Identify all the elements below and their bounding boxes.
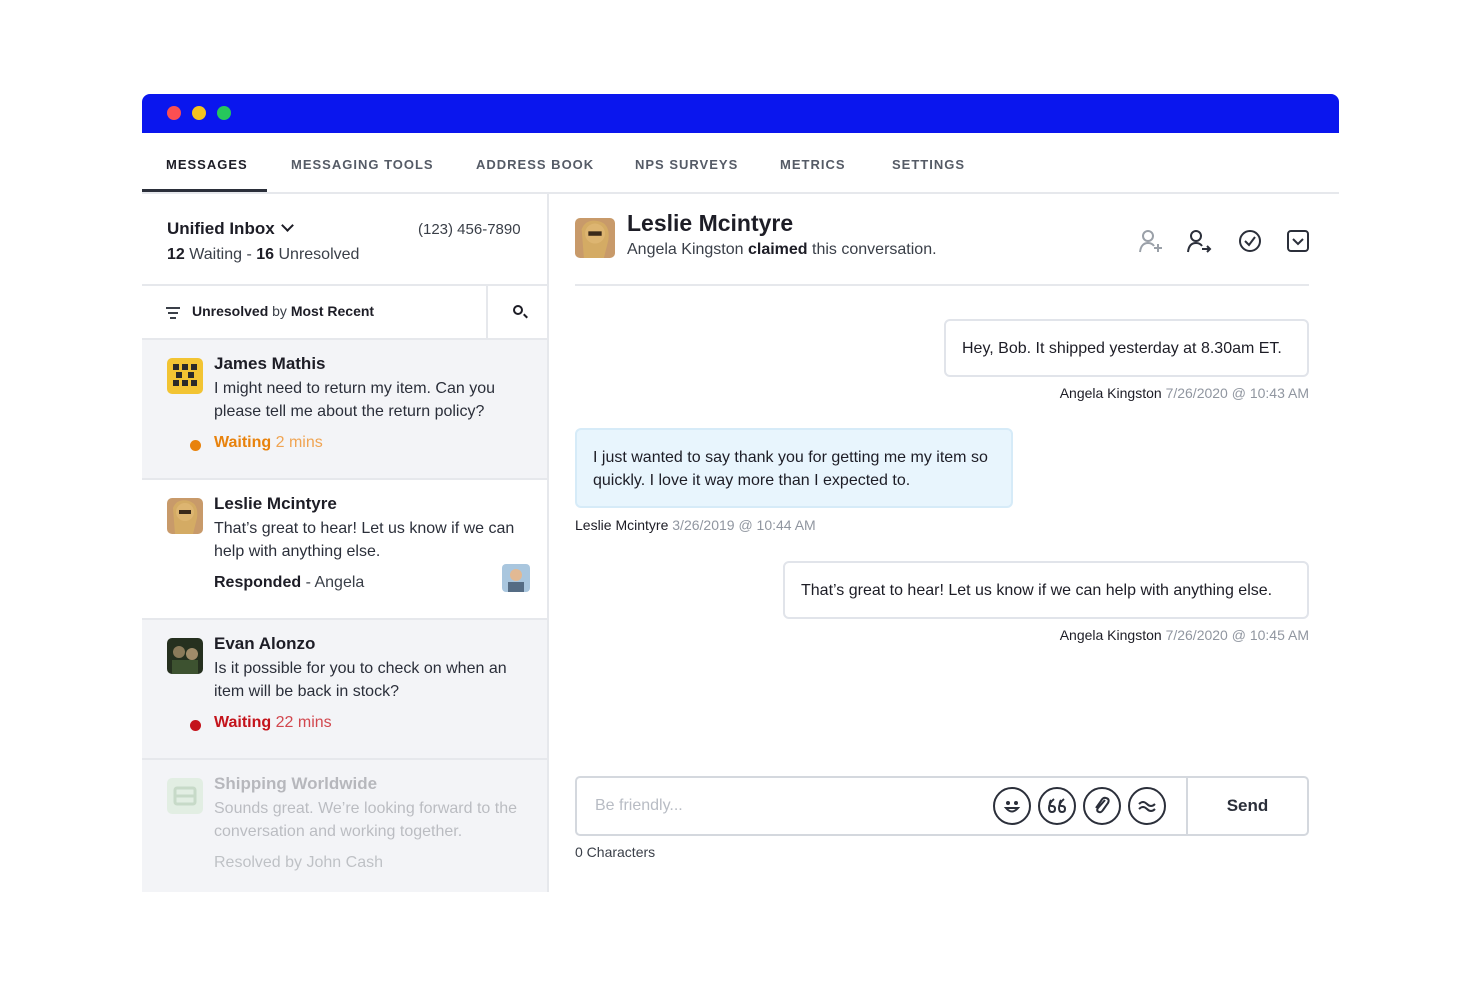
conversation-item-shipping-worldwide[interactable]: Shipping Worldwide Sounds great. We’re l… xyxy=(142,760,547,892)
waiting-status-dot xyxy=(190,440,201,451)
responding-agent: - Angela xyxy=(305,574,365,591)
message-meta: Angela Kingston 7/26/2020 @ 10:43 AM xyxy=(1060,385,1309,401)
tab-settings[interactable]: SETTINGS xyxy=(892,157,965,172)
message-timestamp: 7/26/2020 @ 10:45 AM xyxy=(1165,627,1309,643)
tab-address-book[interactable]: ADDRESS BOOK xyxy=(476,157,594,172)
send-button[interactable]: Send xyxy=(1188,778,1307,834)
incoming-message: I just wanted to say thank you for getti… xyxy=(575,428,1013,508)
conversation-item-leslie-mcintyre[interactable]: Leslie Mcintyre That’s great to hear! Le… xyxy=(142,480,547,620)
avatar xyxy=(167,778,203,814)
message-snippet: That’s great to hear! Let us know if we … xyxy=(214,520,515,560)
conversation-status: Responded - Angela xyxy=(214,574,364,592)
tab-metrics[interactable]: METRICS xyxy=(780,157,846,172)
inbox-title: Unified Inbox xyxy=(167,219,275,238)
tab-messages[interactable]: MESSAGES xyxy=(166,157,248,172)
agent-avatar xyxy=(502,564,530,592)
filter-dropdown[interactable]: Unresolved by Most Recent xyxy=(192,303,374,319)
avatar xyxy=(167,638,203,674)
dropdown-box-icon[interactable] xyxy=(1285,228,1311,254)
message-input[interactable] xyxy=(595,792,975,820)
conversation-item-james-mathis[interactable]: James Mathis I might need to return my i… xyxy=(142,340,547,480)
claim-agent: Angela Kingston xyxy=(627,241,744,258)
status-label: Responded xyxy=(214,574,302,591)
wait-time: 2 mins xyxy=(275,434,323,451)
filter-sort: Most Recent xyxy=(290,303,375,319)
template-icon[interactable] xyxy=(1128,787,1166,825)
claim-notice: Angela Kingston claimed this conversatio… xyxy=(627,241,937,259)
wait-time: 22 mins xyxy=(275,714,332,731)
quote-icon[interactable] xyxy=(1038,787,1076,825)
contact-name: James Mathis xyxy=(214,354,326,373)
filter-icon[interactable] xyxy=(166,307,180,319)
search-button[interactable] xyxy=(486,286,547,338)
resolve-check-icon[interactable] xyxy=(1237,228,1263,254)
message-timestamp: 3/26/2019 @ 10:44 AM xyxy=(672,517,816,533)
contact-name: Leslie Mcintyre xyxy=(214,494,337,513)
avatar xyxy=(167,358,203,394)
title-bar xyxy=(142,94,1339,133)
message-author: Leslie Mcintyre xyxy=(575,517,669,533)
inbox-selector[interactable]: Unified Inbox xyxy=(167,219,294,239)
transfer-user-icon[interactable] xyxy=(1186,228,1212,254)
top-nav: MESSAGES MESSAGING TOOLS ADDRESS BOOK NP… xyxy=(142,133,1339,194)
inbox-stats: 12 Waiting - 16 Unresolved xyxy=(167,246,359,264)
contact-name: Shipping Worldwide xyxy=(214,774,378,793)
chevron-down-icon xyxy=(280,219,294,232)
faded-conversation-content: Shipping Worldwide Sounds great. We’re l… xyxy=(142,760,547,892)
tab-messaging-tools[interactable]: MESSAGING TOOLS xyxy=(291,157,434,172)
conversation-status: Waiting 22 mins xyxy=(214,714,332,732)
avatar xyxy=(167,498,203,534)
maximize-window-button[interactable] xyxy=(217,106,231,120)
close-window-button[interactable] xyxy=(167,106,181,120)
outgoing-message: That’s great to hear! Let us know if we … xyxy=(783,561,1309,619)
outgoing-message: Hey, Bob. It shipped yesterday at 8.30am… xyxy=(944,319,1309,377)
minimize-window-button[interactable] xyxy=(192,106,206,120)
filter-by: by xyxy=(272,303,287,319)
waiting-label: Waiting - xyxy=(189,246,252,263)
message-meta: Leslie Mcintyre 3/26/2019 @ 10:44 AM xyxy=(575,517,816,533)
chat-contact-name: Leslie Mcintyre xyxy=(627,210,794,236)
message-snippet: Is it possible for you to check on when … xyxy=(214,660,507,700)
character-count: 0 Characters xyxy=(575,844,656,860)
waiting-count: 12 xyxy=(167,246,185,263)
contact-name: Evan Alonzo xyxy=(214,634,316,653)
attach-icon[interactable] xyxy=(1083,787,1121,825)
conversation-status: Waiting 2 mins xyxy=(214,434,323,452)
unresolved-count: 16 xyxy=(256,246,275,263)
claim-word: claimed xyxy=(747,241,808,258)
inbox-phone-number: (123) 456-7890 xyxy=(418,221,521,238)
conversation-item-evan-alonzo[interactable]: Evan Alonzo Is it possible for you to ch… xyxy=(142,620,547,760)
status-label: Waiting xyxy=(214,434,272,451)
chat-contact-avatar xyxy=(575,218,615,258)
active-tab-indicator xyxy=(142,189,267,192)
message-author: Angela Kingston xyxy=(1059,385,1162,401)
message-timestamp: 7/26/2020 @ 10:43 AM xyxy=(1165,385,1309,401)
chat-panel: Leslie Mcintyre Angela Kingston claimed … xyxy=(575,194,1309,892)
search-icon xyxy=(513,305,523,315)
claim-rest: this conversation. xyxy=(812,241,937,258)
message-snippet: Sounds great. We’re looking forward to t… xyxy=(214,800,517,840)
conversation-sidebar: Unified Inbox (123) 456-7890 12 Waiting … xyxy=(142,194,549,892)
inbox-header: Unified Inbox (123) 456-7890 12 Waiting … xyxy=(142,194,547,286)
waiting-status-dot xyxy=(190,720,201,731)
conversation-status: Resolved by John Cash xyxy=(214,854,383,871)
emoji-icon[interactable] xyxy=(993,787,1031,825)
filter-status: Unresolved xyxy=(192,303,269,319)
message-composer: Send xyxy=(575,776,1309,836)
unresolved-label: Unresolved xyxy=(278,246,360,263)
message-meta: Angela Kingston 7/26/2020 @ 10:45 AM xyxy=(1060,627,1309,643)
status-label: Waiting xyxy=(214,714,272,731)
add-user-icon[interactable] xyxy=(1138,228,1164,254)
filter-bar: Unresolved by Most Recent xyxy=(142,286,547,340)
message-author: Angela Kingston xyxy=(1059,627,1162,643)
chat-header-divider xyxy=(575,284,1309,286)
message-snippet: I might need to return my item. Can you … xyxy=(214,380,496,420)
tab-nps-surveys[interactable]: NPS SURVEYS xyxy=(635,157,738,172)
app-window: MESSAGES MESSAGING TOOLS ADDRESS BOOK NP… xyxy=(142,94,1339,892)
